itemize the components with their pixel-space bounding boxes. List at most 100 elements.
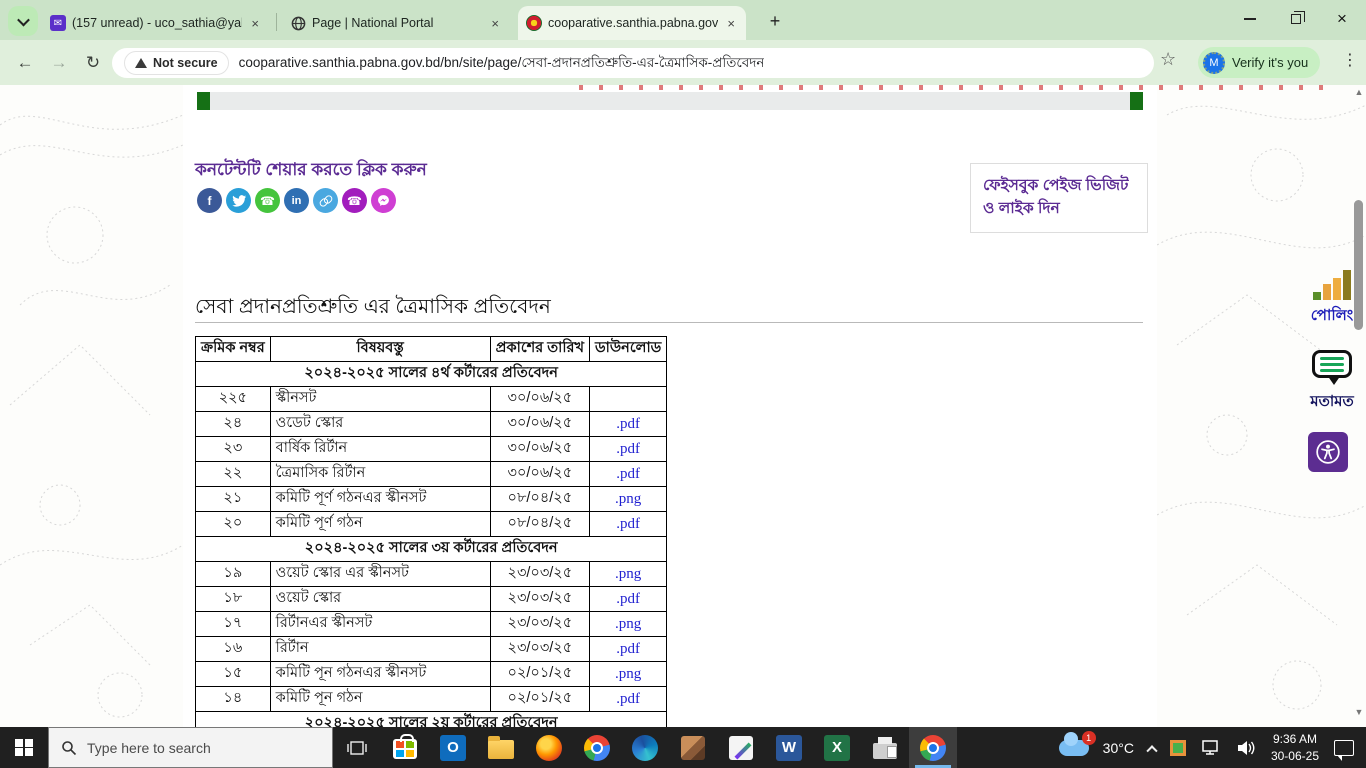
tray-app-button[interactable] — [1163, 727, 1193, 768]
taskbar-app-excel[interactable]: X — [813, 727, 861, 768]
download-link[interactable]: .png — [615, 491, 641, 507]
date-cell: ০৮/০৪/২৫ — [489, 511, 591, 537]
minimize-button[interactable] — [1228, 0, 1272, 38]
messenger-icon[interactable] — [371, 188, 396, 213]
table-row: ১৮ ওয়েট স্কোর ২৩/০৩/২৫ .pdf — [195, 586, 668, 612]
accessibility-button[interactable] — [1308, 432, 1348, 472]
tab-search-button[interactable] — [8, 6, 38, 36]
polling-widget[interactable]: পোলিং — [1310, 270, 1354, 329]
volume-button[interactable] — [1229, 727, 1263, 768]
action-center-button[interactable] — [1327, 727, 1366, 768]
taskbar-app-store[interactable] — [381, 727, 429, 768]
taskbar-app-firefox[interactable] — [525, 727, 573, 768]
restore-window-button[interactable] — [1274, 0, 1318, 38]
taskbar-app-edge[interactable] — [621, 727, 669, 768]
subject-cell: ওডেট স্কোর — [269, 411, 491, 437]
tab-national-portal[interactable]: Page | National Portal × — [282, 6, 510, 40]
taskbar-clock[interactable]: 9:36 AM 30-06-25 — [1263, 731, 1327, 763]
taskbar-app-fax-scan[interactable] — [861, 727, 909, 768]
network-icon — [1202, 739, 1218, 755]
download-cell: .pdf — [588, 461, 668, 487]
task-view-button[interactable] — [333, 727, 381, 768]
download-link[interactable]: .pdf — [616, 641, 640, 657]
download-link[interactable]: .png — [615, 616, 641, 632]
download-cell: .pdf — [588, 636, 668, 662]
download-link[interactable]: .png — [615, 666, 641, 682]
serial-cell: ১৮ — [195, 586, 271, 612]
taskbar-app-photos[interactable] — [669, 727, 717, 768]
report-table-body: ২০২৪-২০২৫ সালের ৪র্থ কর্টারের প্রতিবেদন ২… — [194, 361, 668, 727]
download-cell: .pdf — [588, 586, 668, 612]
green-square-icon — [1169, 739, 1186, 756]
section-title: ২০২৪-২০২৫ সালের ৪র্থ কর্টারের প্রতিবেদন — [194, 361, 668, 387]
back-button[interactable]: ← — [10, 48, 40, 78]
download-link[interactable]: .pdf — [616, 691, 640, 707]
date-cell: ০২/০১/২৫ — [489, 686, 591, 712]
download-link[interactable]: .pdf — [616, 466, 640, 482]
forward-button[interactable]: → — [44, 48, 74, 78]
clock-time: 9:36 AM — [1272, 732, 1317, 747]
download-link[interactable]: .pdf — [616, 441, 640, 457]
download-link[interactable]: .pdf — [616, 516, 640, 532]
scrolled-marquee-remnant — [563, 85, 1323, 90]
scrollbar-up-arrow[interactable]: ▲ — [1352, 87, 1366, 101]
download-link[interactable]: .pdf — [616, 591, 640, 607]
reload-button[interactable]: ↻ — [78, 48, 108, 78]
show-hidden-icons-button[interactable] — [1141, 727, 1163, 768]
network-button[interactable] — [1193, 727, 1229, 768]
facebook-icon[interactable]: f — [197, 188, 222, 213]
facebook-visit-box[interactable]: ফেইসবুক পেইজ ভিজিট ও লাইক দিন — [970, 163, 1148, 233]
subject-cell: কমিটি পূন গঠনএর স্কীনসট — [269, 661, 491, 687]
viber-icon[interactable]: ☎ — [342, 188, 367, 213]
close-window-button[interactable]: × — [1320, 0, 1364, 38]
scrollbar-down-arrow[interactable]: ▼ — [1352, 707, 1366, 721]
opinion-widget[interactable]: মতামত — [1308, 350, 1356, 415]
whatsapp-icon[interactable]: ☎ — [255, 188, 280, 213]
share-heading: কনটেন্টটি শেয়ার করতে ক্লিক করুন — [195, 160, 427, 179]
close-icon[interactable]: × — [724, 16, 738, 31]
scrollbar-thumb[interactable] — [1354, 200, 1363, 330]
download-link[interactable]: .png — [615, 566, 641, 582]
download-cell: .pdf — [588, 686, 668, 712]
table-row: ১৯ ওয়েট স্কোর এর স্কীনসট ২৩/০৩/২৫ .png — [195, 561, 668, 587]
tab-cooparative-site[interactable]: cooparative.santhia.pabna.gov.b × — [518, 6, 746, 40]
twitter-icon[interactable] — [226, 188, 251, 213]
taskbar-app-file-explorer[interactable] — [477, 727, 525, 768]
start-button[interactable] — [0, 727, 48, 768]
taskbar-search[interactable]: Type here to search — [48, 727, 333, 768]
subject-cell: কমিটি পূন গঠন — [269, 686, 491, 712]
pen-app-icon — [729, 735, 753, 760]
windows-logo-icon — [15, 738, 33, 757]
taskbar-app-outlook[interactable]: O — [429, 727, 477, 768]
close-icon[interactable]: × — [248, 16, 262, 31]
file-explorer-icon — [488, 736, 514, 759]
scrollbar[interactable]: ▲ ▼ — [1352, 85, 1366, 727]
close-icon[interactable]: × — [488, 16, 502, 31]
taskbar-app-chrome-active[interactable] — [909, 727, 957, 768]
taskbar-app-editor[interactable] — [717, 727, 765, 768]
browser-menu-icon[interactable]: ⋮ — [1342, 50, 1358, 70]
windows-taskbar: Type here to search O W X 1 30°C 9:36 AM… — [0, 727, 1366, 768]
serial-cell: ১৯ — [195, 561, 271, 587]
download-cell — [588, 386, 668, 412]
download-link[interactable]: .pdf — [616, 416, 640, 432]
weather-tray-item[interactable]: 1 — [1052, 727, 1096, 768]
globe-icon — [290, 15, 306, 31]
main-column: কনটেন্টটি শেয়ার করতে ক্লিক করুন f ☎ in … — [183, 85, 1323, 727]
linkedin-icon[interactable]: in — [284, 188, 309, 213]
tab-mail[interactable]: ✉ (157 unread) - uco_sathia@yah × — [42, 6, 270, 40]
not-secure-chip[interactable]: Not secure — [124, 51, 229, 75]
table-row: ২৩ বার্ষিক রির্টান ৩০/০৬/২৫ .pdf — [195, 436, 668, 462]
tab-title: cooparative.santhia.pabna.gov.b — [548, 16, 719, 30]
bookmark-star-icon[interactable]: ☆ — [1160, 49, 1176, 70]
verify-profile-button[interactable]: M Verify it's you — [1198, 47, 1321, 78]
taskbar-app-chrome[interactable] — [573, 727, 621, 768]
copy-link-icon[interactable] — [313, 188, 338, 213]
serial-cell: ২২ — [195, 461, 271, 487]
taskbar-app-word[interactable]: W — [765, 727, 813, 768]
table-header-row: ক্রমিক নম্বর বিষয়বস্তু প্রকাশের তারিখ ড… — [195, 336, 668, 362]
browser-toolbar: ← → ↻ Not secure cooparative.santhia.pab… — [0, 40, 1366, 85]
new-tab-button[interactable]: + — [762, 8, 788, 34]
temperature-label[interactable]: 30°C — [1096, 727, 1141, 768]
address-bar[interactable]: Not secure cooparative.santhia.pabna.gov… — [112, 48, 1154, 78]
